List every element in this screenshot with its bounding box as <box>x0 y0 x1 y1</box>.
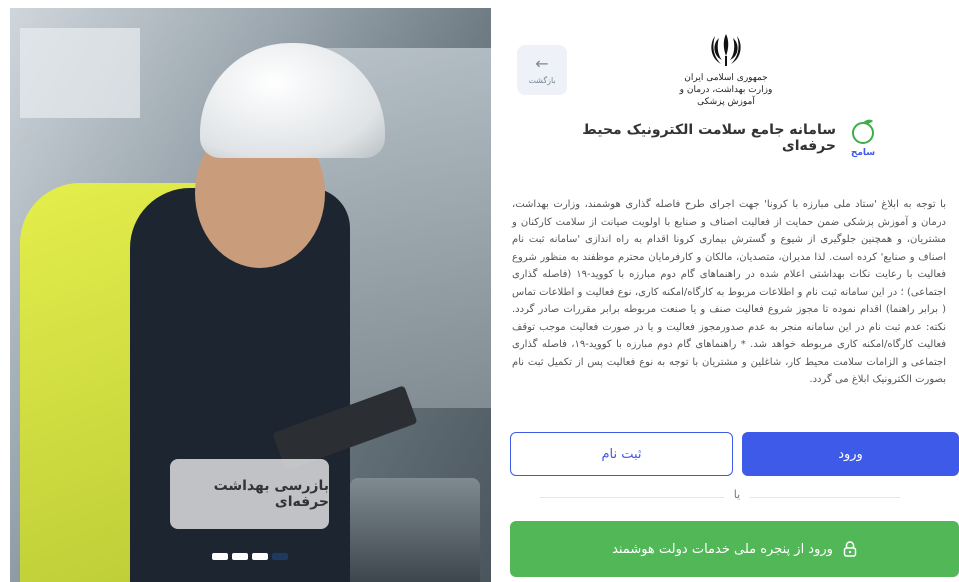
leaf-logo-icon: سامح <box>851 119 875 158</box>
divider <box>540 497 900 498</box>
lock-icon <box>843 541 857 557</box>
iran-emblem-icon <box>711 34 741 66</box>
ministry-line-2: وزارت بهداشت، درمان و آموزش پزشکی <box>679 85 773 107</box>
info-paragraph: با توجه به ابلاغ 'ستاد ملی مبارزه با کرو… <box>512 199 946 385</box>
slide-indicators[interactable] <box>212 553 288 560</box>
slide-dot[interactable] <box>252 553 268 560</box>
back-label: بازگشت <box>528 75 556 85</box>
ministry-name: جمهوری اسلامی ایران وزارت بهداشت، درمان … <box>670 72 782 108</box>
slide-dot[interactable] <box>232 553 248 560</box>
login-button[interactable]: ورود <box>742 432 959 476</box>
slide-caption: بازرسی بهداشت حرفه‌ای <box>170 459 329 529</box>
or-separator: یا <box>724 488 750 501</box>
machine-part <box>350 478 480 582</box>
app-title: سامانه جامع سلامت الکترونیک محیط حرفه‌ای <box>582 122 836 154</box>
app-header: سامانه جامع سلامت الکترونیک محیط حرفه‌ای… <box>560 118 880 158</box>
slide-dot-active[interactable] <box>272 553 288 560</box>
back-button[interactable]: ← بازگشت <box>517 45 567 95</box>
register-button[interactable]: ثبت نام <box>510 432 733 476</box>
ministry-line-1: جمهوری اسلامی ایران <box>684 73 768 83</box>
samah-logo: سامح <box>846 118 880 158</box>
slide-caption-text: بازرسی بهداشت حرفه‌ای <box>213 478 329 510</box>
gov-login-label: ورود از پنجره ملی خدمات دولت هوشمند <box>612 541 833 557</box>
gov-login-button[interactable]: ورود از پنجره ملی خدمات دولت هوشمند <box>510 521 959 577</box>
arrow-left-icon: ← <box>535 53 549 73</box>
slide-dot[interactable] <box>212 553 228 560</box>
logo-text: سامح <box>851 148 875 158</box>
background-window <box>20 28 140 118</box>
